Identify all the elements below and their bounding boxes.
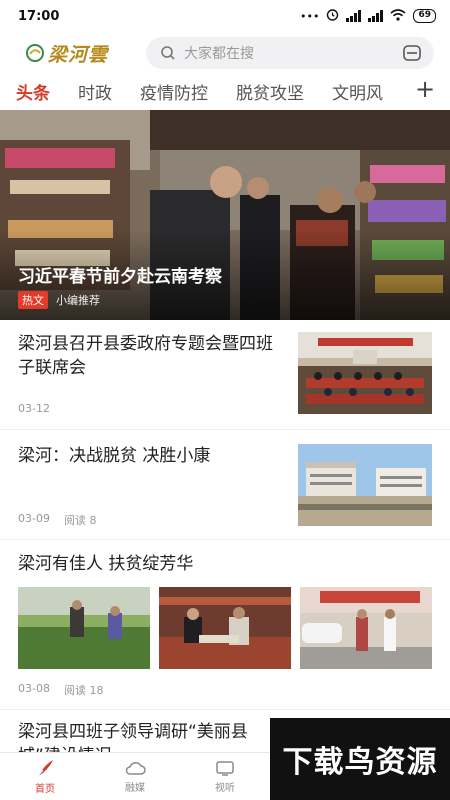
search-bar[interactable]: 大家都在搜 <box>146 37 434 69</box>
logo-mark-icon <box>26 44 44 62</box>
search-placeholder: 大家都在搜 <box>184 46 254 62</box>
add-channel-icon[interactable]: + <box>414 77 436 101</box>
hero-source: 小编推荐 <box>56 294 100 307</box>
wifi-icon <box>390 8 406 24</box>
signal-icon <box>346 10 362 22</box>
scan-icon[interactable] <box>402 44 422 62</box>
article-title: 梁河有佳人 扶贫绽芳华 <box>18 554 194 574</box>
article-thumbnail <box>300 587 432 669</box>
battery-icon: 69 <box>413 9 436 23</box>
signal-icon-2 <box>368 10 384 22</box>
article-thumbnail <box>298 332 432 414</box>
tab-epidemic[interactable]: 疫情防控 <box>140 79 208 104</box>
article-thumbnail <box>159 587 291 669</box>
article-item[interactable]: 梁河县召开县委政府专题会暨四班子联席会 03-12 <box>0 320 450 430</box>
article-title: 梁河县四班子领导调研“美丽县城”建设情况 <box>18 722 248 752</box>
channel-tabs: 头条 时政 疫情防控 脱贫攻坚 文明风 + <box>0 76 450 106</box>
status-bar: 17:00 ••• 69 <box>0 0 450 32</box>
hot-tag: 热文 <box>18 291 48 309</box>
nav-media-label: 融媒 <box>125 783 145 794</box>
search-icon <box>161 46 175 60</box>
tab-poverty[interactable]: 脱贫攻坚 <box>236 79 304 104</box>
article-meta: 03-09 阅读 8 <box>18 512 96 528</box>
status-time: 17:00 <box>18 8 60 24</box>
nav-home[interactable]: 首页 <box>0 753 90 800</box>
article-meta: 03-12 <box>18 402 50 415</box>
site-watermark: 下载鸟资源 <box>270 718 450 800</box>
nav-media[interactable]: 融媒 <box>90 753 180 800</box>
article-item[interactable]: 梁河：决战脱贫 决胜小康 03-09 阅读 8 <box>0 430 450 540</box>
article-reads: 阅读 8 <box>63 514 97 527</box>
status-icons: ••• 69 <box>300 8 436 24</box>
app-header: 梁河雲 大家都在搜 <box>0 34 450 72</box>
notification-dots: ••• <box>300 9 320 23</box>
article-date: 03-12 <box>18 402 50 415</box>
logo-text: 梁河雲 <box>48 43 109 66</box>
tv-icon <box>216 761 234 776</box>
article-meta: 03-08 阅读 18 <box>18 682 103 698</box>
tabs-fade <box>378 76 418 106</box>
hero-banner[interactable]: 习近平春节前夕赴云南考察 热文 小编推荐 <box>0 110 450 320</box>
hero-meta: 热文 小编推荐 <box>18 291 100 309</box>
nav-video[interactable]: 视听 <box>180 753 270 800</box>
cloud-icon <box>125 762 146 775</box>
article-date: 03-09 <box>18 512 50 525</box>
nav-video-label: 视听 <box>215 783 235 794</box>
article-title: 梁河：决战脱贫 决胜小康 <box>18 446 211 466</box>
tab-politics[interactable]: 时政 <box>78 79 112 104</box>
hero-title: 习近平春节前夕赴云南考察 <box>18 267 222 287</box>
nav-home-label: 首页 <box>35 784 55 795</box>
tab-civility[interactable]: 文明风 <box>332 79 383 104</box>
tab-headlines[interactable]: 头条 <box>16 79 50 104</box>
article-thumbnail <box>18 587 150 669</box>
article-title: 梁河县召开县委政府专题会暨四班子联席会 <box>18 334 273 378</box>
article-date: 03-08 <box>18 682 50 695</box>
article-reads: 阅读 18 <box>63 684 104 697</box>
article-thumbnail <box>298 444 432 526</box>
app-logo[interactable]: 梁河雲 <box>24 40 136 67</box>
home-feather-icon <box>37 760 53 777</box>
article-item[interactable]: 梁河有佳人 扶贫绽芳华 03-08 阅读 18 <box>0 540 450 710</box>
alarm-icon <box>326 8 339 24</box>
